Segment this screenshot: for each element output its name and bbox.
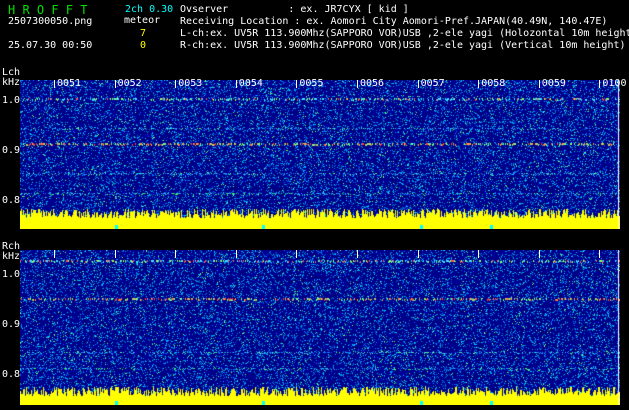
rch-minute-mark: [599, 250, 601, 258]
rch-unit-label: kHz: [2, 251, 21, 262]
lch-spectrogram: [20, 80, 620, 229]
lch-minute-mark: [599, 80, 601, 88]
rch-spectrogram: [20, 250, 620, 405]
filename-label: 2507300050.png: [8, 16, 93, 27]
time-label: 0057: [420, 78, 445, 89]
rch-minute-mark: [538, 250, 540, 258]
rch-ytick-2: 0.9: [2, 319, 21, 330]
meteor-label: meteor: [124, 15, 161, 26]
location-line: Receiving Location : ex. Aomori City Aom…: [180, 16, 608, 27]
mode-label: 2ch 0.30: [125, 4, 174, 15]
lch-ytick-1: 1.0: [2, 95, 21, 106]
lch-minute-mark: [417, 80, 419, 88]
time-label: 0054: [238, 78, 263, 89]
time-label: 0100: [602, 78, 627, 89]
lch-ytick-3: 0.8: [2, 195, 21, 206]
lch-minute-mark: [296, 80, 298, 88]
rch-info-line: R-ch:ex. UV5R 113.900Mhz(SAPPORO VOR)USB…: [180, 40, 626, 51]
lch-minute-mark: [235, 80, 237, 88]
lch-info-line: L-ch:ex. UV5R 113.900Mhz(SAPPORO VOR)USB…: [180, 28, 629, 39]
time-label: 0059: [541, 78, 566, 89]
lch-ytick-2: 0.9: [2, 145, 21, 156]
lch-meteor-count: 7: [140, 28, 147, 39]
time-label: 0055: [299, 78, 324, 89]
lch-minute-mark: [175, 80, 177, 88]
rch-minute-mark: [235, 250, 237, 258]
rch-minute-mark: [114, 250, 116, 258]
observer-line: Ovserver : ex. JR7CYX [ kid ]: [180, 4, 409, 15]
time-label: 0052: [117, 78, 142, 89]
date-time-label: 25.07.30 00:50: [8, 40, 93, 51]
lch-minute-mark: [357, 80, 358, 88]
rch-minute-mark: [417, 250, 419, 258]
rch-ytick-3: 0.8: [2, 369, 21, 380]
rch-minute-mark: [357, 250, 358, 258]
time-label: 0056: [360, 78, 385, 89]
rch-minute-mark: [175, 250, 177, 258]
rch-minute-mark: [54, 250, 55, 258]
lch-minute-mark: [114, 80, 116, 88]
rch-minute-mark: [296, 250, 298, 258]
lch-minute-mark: [54, 80, 55, 88]
lch-unit-label: kHz: [2, 77, 21, 88]
lch-minute-mark: [538, 80, 540, 88]
rch-meteor-count: 0: [140, 40, 147, 51]
rch-ytick-1: 1.0: [2, 269, 21, 280]
lch-minute-mark: [478, 80, 480, 88]
rch-minute-mark: [478, 250, 480, 258]
app-title: H R O F F T: [8, 3, 88, 17]
time-label: 0053: [178, 78, 203, 89]
time-label: 0051: [57, 78, 82, 89]
time-label: 0058: [481, 78, 506, 89]
